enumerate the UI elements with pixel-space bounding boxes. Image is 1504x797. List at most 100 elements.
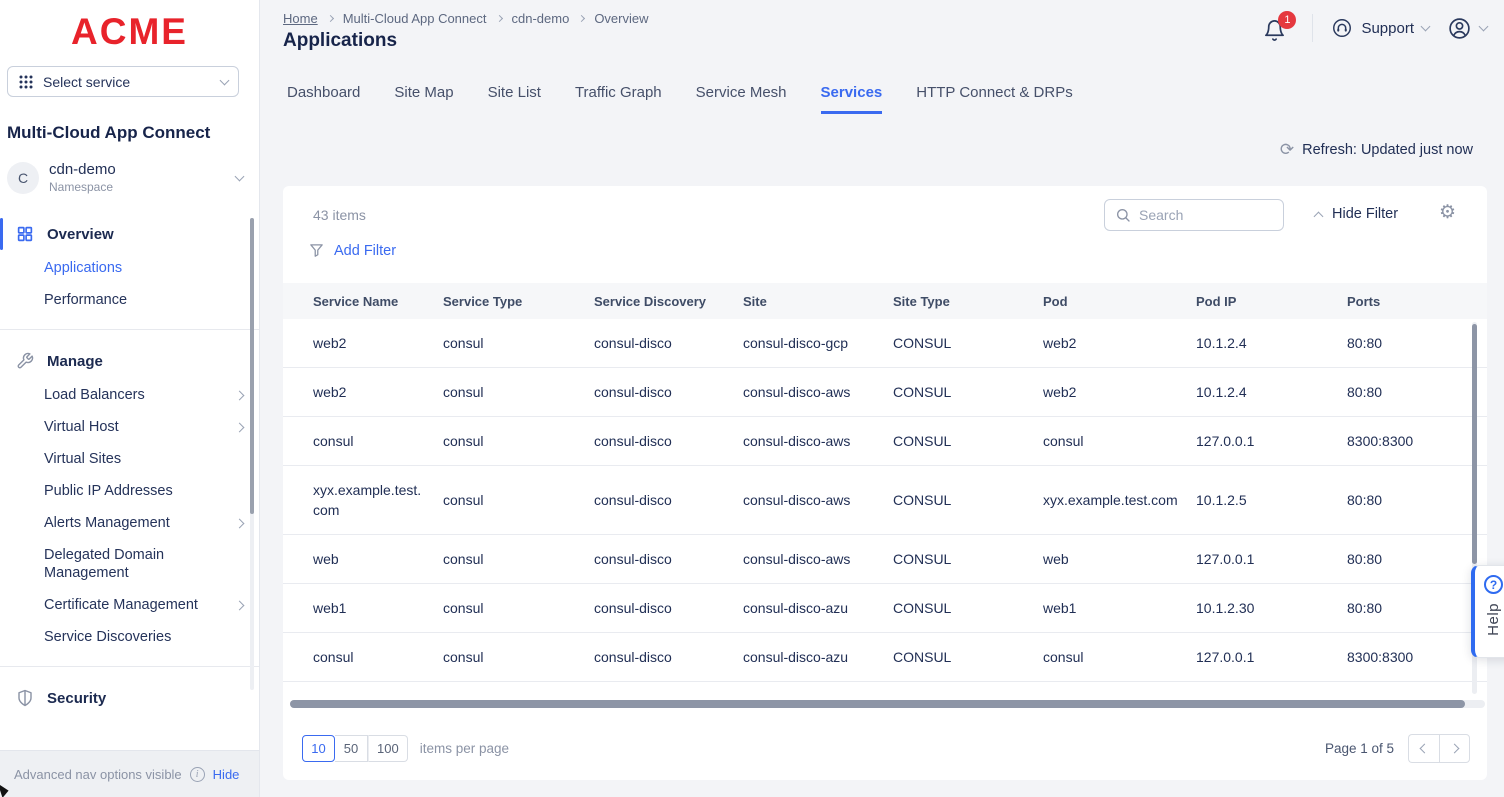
- breadcrumb-item-multi-cloud-app-connect[interactable]: Multi-Cloud App Connect: [343, 11, 487, 26]
- page-size-10[interactable]: 10: [302, 735, 335, 762]
- next-page-button[interactable]: [1439, 734, 1470, 763]
- gear-icon[interactable]: ⚙: [1439, 201, 1456, 224]
- tab-http-connect-drps[interactable]: HTTP Connect & DRPs: [916, 84, 1072, 114]
- cell-pod-ip: 10.1.2.30: [1196, 584, 1347, 633]
- sidebar-item-alerts-management[interactable]: Alerts Management: [0, 507, 259, 539]
- cell-pod: xyx.example.test.com: [1043, 466, 1196, 535]
- previous-page-button[interactable]: [1408, 734, 1439, 763]
- cell-service-discovery: consul-disco: [594, 417, 743, 466]
- nav-item-label: Public IP Addresses: [44, 482, 243, 500]
- sidebar-item-virtual-sites[interactable]: Virtual Sites: [0, 443, 259, 475]
- namespace-selector[interactable]: C cdn-demo Namespace: [7, 161, 243, 194]
- table-row[interactable]: web1consulconsul-discoconsul-disco-azuCO…: [283, 584, 1487, 633]
- cell-site-type: CONSUL: [893, 535, 1043, 584]
- column-header-site-type[interactable]: Site Type: [893, 283, 1043, 319]
- tab-service-mesh[interactable]: Service Mesh: [696, 84, 787, 114]
- chevron-right-icon: [235, 390, 245, 400]
- cell-service-type: consul: [443, 466, 594, 535]
- cell-pod-ip: 127.0.0.1: [1196, 535, 1347, 584]
- cell-site: consul-disco-aws: [743, 535, 893, 584]
- sidebar: ACME Select service Multi-Cloud App Conn…: [0, 0, 260, 797]
- sidebar-item-certificate-management[interactable]: Certificate Management: [0, 589, 259, 621]
- column-header-service-discovery[interactable]: Service Discovery: [594, 283, 743, 319]
- items-per-page-label: items per page: [420, 741, 509, 756]
- hide-filter-label: Hide Filter: [1332, 206, 1398, 222]
- tab-site-map[interactable]: Site Map: [394, 84, 453, 114]
- chevron-right-icon: [235, 518, 245, 528]
- chevron-down-icon: [1421, 22, 1431, 32]
- column-header-site[interactable]: Site: [743, 283, 893, 319]
- nav-item-label: Virtual Host: [44, 418, 236, 436]
- table-row[interactable]: consulconsulconsul-discoconsul-disco-azu…: [283, 633, 1487, 682]
- tab-dashboard[interactable]: Dashboard: [287, 84, 360, 114]
- sidebar-footer: Advanced nav options visible i Hide: [0, 750, 259, 797]
- user-menu[interactable]: [1447, 16, 1487, 41]
- sidebar-section-manage[interactable]: Manage: [0, 343, 259, 379]
- question-circle-icon: ?: [1484, 575, 1503, 594]
- breadcrumb-separator-icon: [495, 15, 502, 22]
- sidebar-item-load-balancers[interactable]: Load Balancers: [0, 379, 259, 411]
- sidebar-item-applications[interactable]: Applications: [0, 252, 259, 284]
- cell-ports: 80:80: [1347, 535, 1487, 584]
- table-row[interactable]: web2consulconsul-discoconsul-disco-gcpCO…: [283, 319, 1487, 368]
- cell-site: consul-disco-aws: [743, 368, 893, 417]
- sidebar-item-service-discoveries[interactable]: Service Discoveries: [0, 621, 259, 653]
- column-header-service-name[interactable]: Service Name: [283, 283, 443, 319]
- section-label: Manage: [47, 353, 103, 370]
- tab-services[interactable]: Services: [821, 84, 883, 114]
- service-selector[interactable]: Select service: [7, 66, 239, 97]
- sidebar-item-virtual-host[interactable]: Virtual Host: [0, 411, 259, 443]
- cell-site-type: CONSUL: [893, 368, 1043, 417]
- info-icon[interactable]: i: [190, 767, 205, 782]
- cell-service-type: consul: [443, 584, 594, 633]
- help-tab[interactable]: ? Help: [1471, 565, 1504, 658]
- column-header-ports[interactable]: Ports: [1347, 283, 1487, 319]
- sidebar-item-delegated-domain-management[interactable]: Delegated Domain Management: [0, 539, 259, 589]
- cell-service-discovery: consul-disco: [594, 584, 743, 633]
- sidebar-section-security[interactable]: Security: [0, 680, 259, 716]
- cell-pod: consul: [1043, 417, 1196, 466]
- horizontal-scrollbar-thumb[interactable]: [290, 700, 1465, 708]
- page-size-100[interactable]: 100: [368, 735, 408, 762]
- sidebar-item-performance[interactable]: Performance: [0, 284, 259, 316]
- column-header-pod[interactable]: Pod: [1043, 283, 1196, 319]
- breadcrumb-item-overview[interactable]: Overview: [594, 11, 648, 26]
- page-indicator: Page 1 of 5: [1325, 741, 1394, 756]
- breadcrumb-separator-icon: [578, 15, 585, 22]
- add-filter-button[interactable]: Add Filter: [308, 242, 396, 259]
- funnel-icon: [308, 242, 325, 259]
- cell-site-type: CONSUL: [893, 319, 1043, 368]
- table-row[interactable]: xyx.example.test.comconsulconsul-discoco…: [283, 466, 1487, 535]
- sidebar-scrollbar-thumb[interactable]: [250, 218, 254, 514]
- breadcrumb-item-cdn-demo[interactable]: cdn-demo: [512, 11, 570, 26]
- tab-site-list[interactable]: Site List: [488, 84, 541, 114]
- hide-filter-button[interactable]: Hide Filter: [1315, 206, 1398, 222]
- cell-site-type: CONSUL: [893, 466, 1043, 535]
- table-horizontal-scrollbar[interactable]: [290, 700, 1485, 708]
- table-row[interactable]: webconsulconsul-discoconsul-disco-awsCON…: [283, 535, 1487, 584]
- support-menu[interactable]: Support: [1331, 17, 1429, 39]
- sidebar-section-overview[interactable]: Overview: [0, 216, 259, 252]
- refresh-button[interactable]: ⟳ Refresh: Updated just now: [1280, 141, 1473, 158]
- sidebar-item-public-ip-addresses[interactable]: Public IP Addresses: [0, 475, 259, 507]
- tab-traffic-graph[interactable]: Traffic Graph: [575, 84, 662, 114]
- cell-service-name: xyx.example.test.com: [283, 466, 443, 535]
- table-row[interactable]: web2consulconsul-discoconsul-disco-awsCO…: [283, 368, 1487, 417]
- divider: [1312, 14, 1313, 42]
- vertical-scrollbar-thumb[interactable]: [1472, 324, 1477, 564]
- sidebar-scrollbar[interactable]: [250, 218, 254, 690]
- pagination: 1050100 items per page Page 1 of 5: [302, 734, 1470, 762]
- column-header-service-type[interactable]: Service Type: [443, 283, 594, 319]
- table-row[interactable]: consulconsulconsul-discoconsul-disco-aws…: [283, 417, 1487, 466]
- cell-pod: web2: [1043, 319, 1196, 368]
- cell-pod: web1: [1043, 584, 1196, 633]
- cell-ports: 8300:8300: [1347, 417, 1487, 466]
- cell-site-type: CONSUL: [893, 417, 1043, 466]
- column-header-pod-ip[interactable]: Pod IP: [1196, 283, 1347, 319]
- hide-advanced-nav-link[interactable]: Hide: [213, 767, 240, 782]
- search-input[interactable]: [1139, 207, 1269, 223]
- breadcrumb-item-home[interactable]: Home: [283, 11, 318, 26]
- notifications-button[interactable]: 1: [1263, 15, 1294, 42]
- page-size-50[interactable]: 50: [335, 735, 368, 762]
- nav-item-label: Certificate Management: [44, 596, 236, 614]
